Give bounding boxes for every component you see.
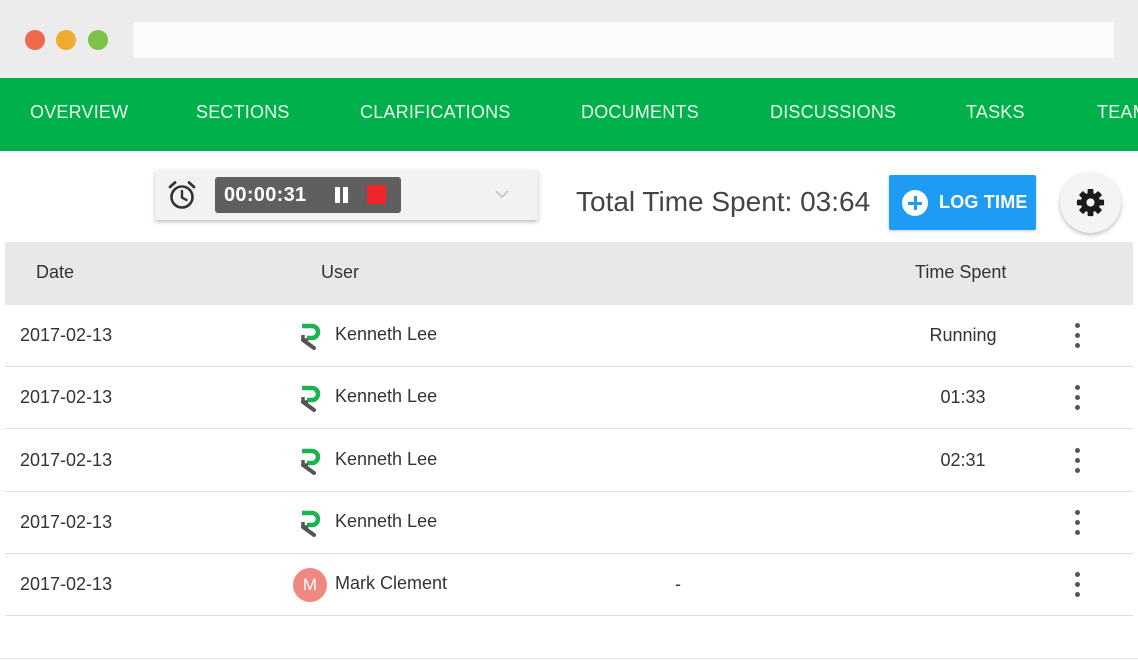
brand-logo-avatar <box>301 323 321 350</box>
gear-icon <box>1076 188 1105 217</box>
timer-widget[interactable]: 00:00:31 <box>155 170 538 220</box>
row-user: Kenneth Lee <box>335 511 438 531</box>
row-note: - <box>675 574 681 594</box>
row-date: 2017-02-13 <box>20 325 113 345</box>
row-user: Kenneth Lee <box>335 324 438 344</box>
column-header-date[interactable]: Date <box>36 242 74 303</box>
timer-time: 00:00:31 <box>224 184 307 206</box>
table-row[interactable]: 2017-02-13 Kenneth Lee 01:33 <box>5 367 1133 429</box>
plus-circle-icon <box>902 190 928 216</box>
nav-item-tasks[interactable]: TASKS <box>966 78 1025 151</box>
column-header-time-spent[interactable]: Time Spent <box>915 242 1006 303</box>
nav-item-documents[interactable]: DOCUMENTS <box>581 78 699 151</box>
nav-item-discussions[interactable]: DISCUSSIONS <box>770 78 896 151</box>
more-options-icon[interactable] <box>1069 508 1085 538</box>
table-row[interactable]: 2017-02-13 M Mark Clement - <box>5 554 1133 616</box>
row-user: Kenneth Lee <box>335 386 438 406</box>
row-user: Mark Clement <box>335 573 448 593</box>
main-nav: OVERVIEW SECTIONS CLARIFICATIONS DOCUMEN… <box>0 78 1138 151</box>
log-time-label: LOG TIME <box>939 192 1028 212</box>
divider <box>0 658 1138 659</box>
alarm-clock-icon <box>168 181 196 209</box>
stop-icon[interactable] <box>367 185 386 204</box>
brand-logo-avatar <box>301 385 321 412</box>
table-row[interactable]: 2017-02-13 Kenneth Lee 02:31 <box>5 430 1133 492</box>
settings-button[interactable] <box>1060 172 1121 233</box>
row-date: 2017-02-13 <box>20 450 113 470</box>
table-row[interactable]: 2017-02-13 Kenneth Lee Running <box>5 305 1133 367</box>
user-avatar: M <box>293 568 327 602</box>
more-options-icon[interactable] <box>1069 321 1085 351</box>
column-header-user[interactable]: User <box>321 242 359 303</box>
more-options-icon[interactable] <box>1069 446 1085 476</box>
chevron-down-icon[interactable] <box>495 189 509 199</box>
row-date: 2017-02-13 <box>20 574 113 594</box>
nav-item-team[interactable]: TEAM <box>1097 78 1138 151</box>
minimize-window-button[interactable] <box>56 30 76 50</box>
maximize-window-button[interactable] <box>88 30 108 50</box>
total-time-spent: Total Time Spent: 03:64 <box>576 186 871 217</box>
brand-logo-avatar <box>301 448 321 475</box>
pause-icon[interactable] <box>333 187 349 203</box>
nav-item-overview[interactable]: OVERVIEW <box>30 78 128 151</box>
log-time-button[interactable]: LOG TIME <box>889 175 1036 230</box>
address-bar[interactable] <box>133 22 1114 58</box>
table-header: Date User Time Spent <box>5 242 1133 305</box>
brand-logo-avatar <box>301 510 321 537</box>
nav-item-sections[interactable]: SECTIONS <box>196 78 290 151</box>
timer-display: 00:00:31 <box>215 177 401 213</box>
row-user: Kenneth Lee <box>335 449 438 469</box>
browser-chrome <box>0 0 1138 78</box>
more-options-icon[interactable] <box>1069 570 1085 600</box>
close-window-button[interactable] <box>25 30 45 50</box>
row-date: 2017-02-13 <box>20 512 113 532</box>
row-date: 2017-02-13 <box>20 387 113 407</box>
table-row[interactable]: 2017-02-13 Kenneth Lee <box>5 492 1133 554</box>
more-options-icon[interactable] <box>1069 383 1085 413</box>
nav-item-clarifications[interactable]: CLARIFICATIONS <box>360 78 510 151</box>
